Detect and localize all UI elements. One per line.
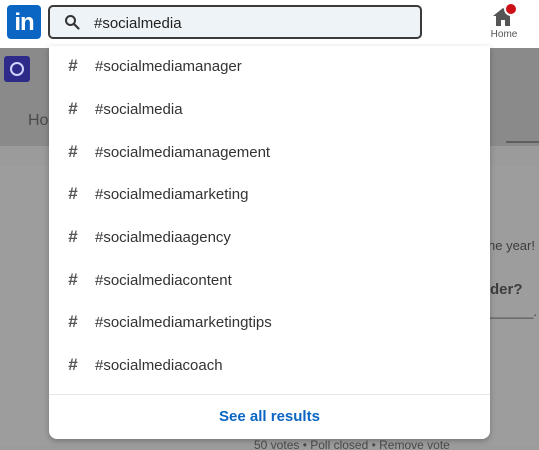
suggestion-item[interactable]: # #socialmediamarketing: [49, 174, 490, 216]
poll-footer: 50 votes • Poll closed • Remove vote: [254, 438, 450, 450]
hashtag-icon: #: [68, 227, 78, 246]
see-all-results-link[interactable]: See all results: [49, 408, 490, 425]
search-bar[interactable]: [48, 5, 422, 39]
search-input[interactable]: [94, 12, 404, 34]
suggestion-label: #socialmediacoach: [95, 357, 223, 374]
linkedin-logo[interactable]: in: [7, 5, 41, 39]
suggestion-item[interactable]: # #socialmediacontent: [49, 260, 490, 302]
suggestion-item[interactable]: # #socialmediamanagement: [49, 132, 490, 174]
suggestion-label: #socialmediaagency: [95, 229, 231, 246]
active-tab-underline: [506, 141, 539, 143]
suggestion-label: #socialmediacontent: [95, 272, 232, 289]
suggestion-label: #socialmediamanager: [95, 58, 242, 75]
notification-badge: [504, 2, 518, 16]
top-nav-bar: in Home: [0, 0, 539, 48]
suggestion-item[interactable]: # #socialmediamarketingtips: [49, 302, 490, 344]
hashtag-icon: #: [68, 355, 78, 374]
company-avatar: [4, 56, 30, 82]
suggestion-label: #socialmediamarketingtips: [95, 314, 272, 331]
hashtag-icon: #: [68, 312, 78, 331]
suggestion-item[interactable]: # #socialmediacoach: [49, 345, 490, 387]
suggestion-label: #socialmediamarketing: [95, 186, 249, 203]
suggestion-item[interactable]: # #socialmediamanager: [49, 46, 490, 88]
hashtag-icon: #: [68, 184, 78, 203]
nav-home[interactable]: Home: [484, 2, 524, 44]
search-suggestions-dropdown: # #socialmediamanager # #socialmedia # #…: [49, 46, 490, 439]
suggestion-item[interactable]: # #socialmedia: [49, 89, 490, 131]
snippet-der: der?: [490, 281, 523, 298]
hashtag-icon: #: [68, 270, 78, 289]
suggestion-label: #socialmediamanagement: [95, 144, 271, 161]
hashtag-icon: #: [68, 142, 78, 161]
suggestion-label: #socialmedia: [95, 101, 183, 118]
hashtag-icon: #: [68, 99, 78, 118]
hashtag-icon: #: [68, 56, 78, 75]
snippet-year: he year!: [488, 238, 535, 253]
home-label: Home: [490, 29, 518, 40]
avatar-ring-icon: [10, 62, 24, 76]
snippet-blank: ______.: [490, 304, 537, 319]
suggestion-item[interactable]: # #socialmediaagency: [49, 217, 490, 259]
dropdown-divider: [49, 394, 490, 395]
tab-home-fragment: Ho: [28, 112, 49, 129]
search-icon: [65, 15, 80, 30]
